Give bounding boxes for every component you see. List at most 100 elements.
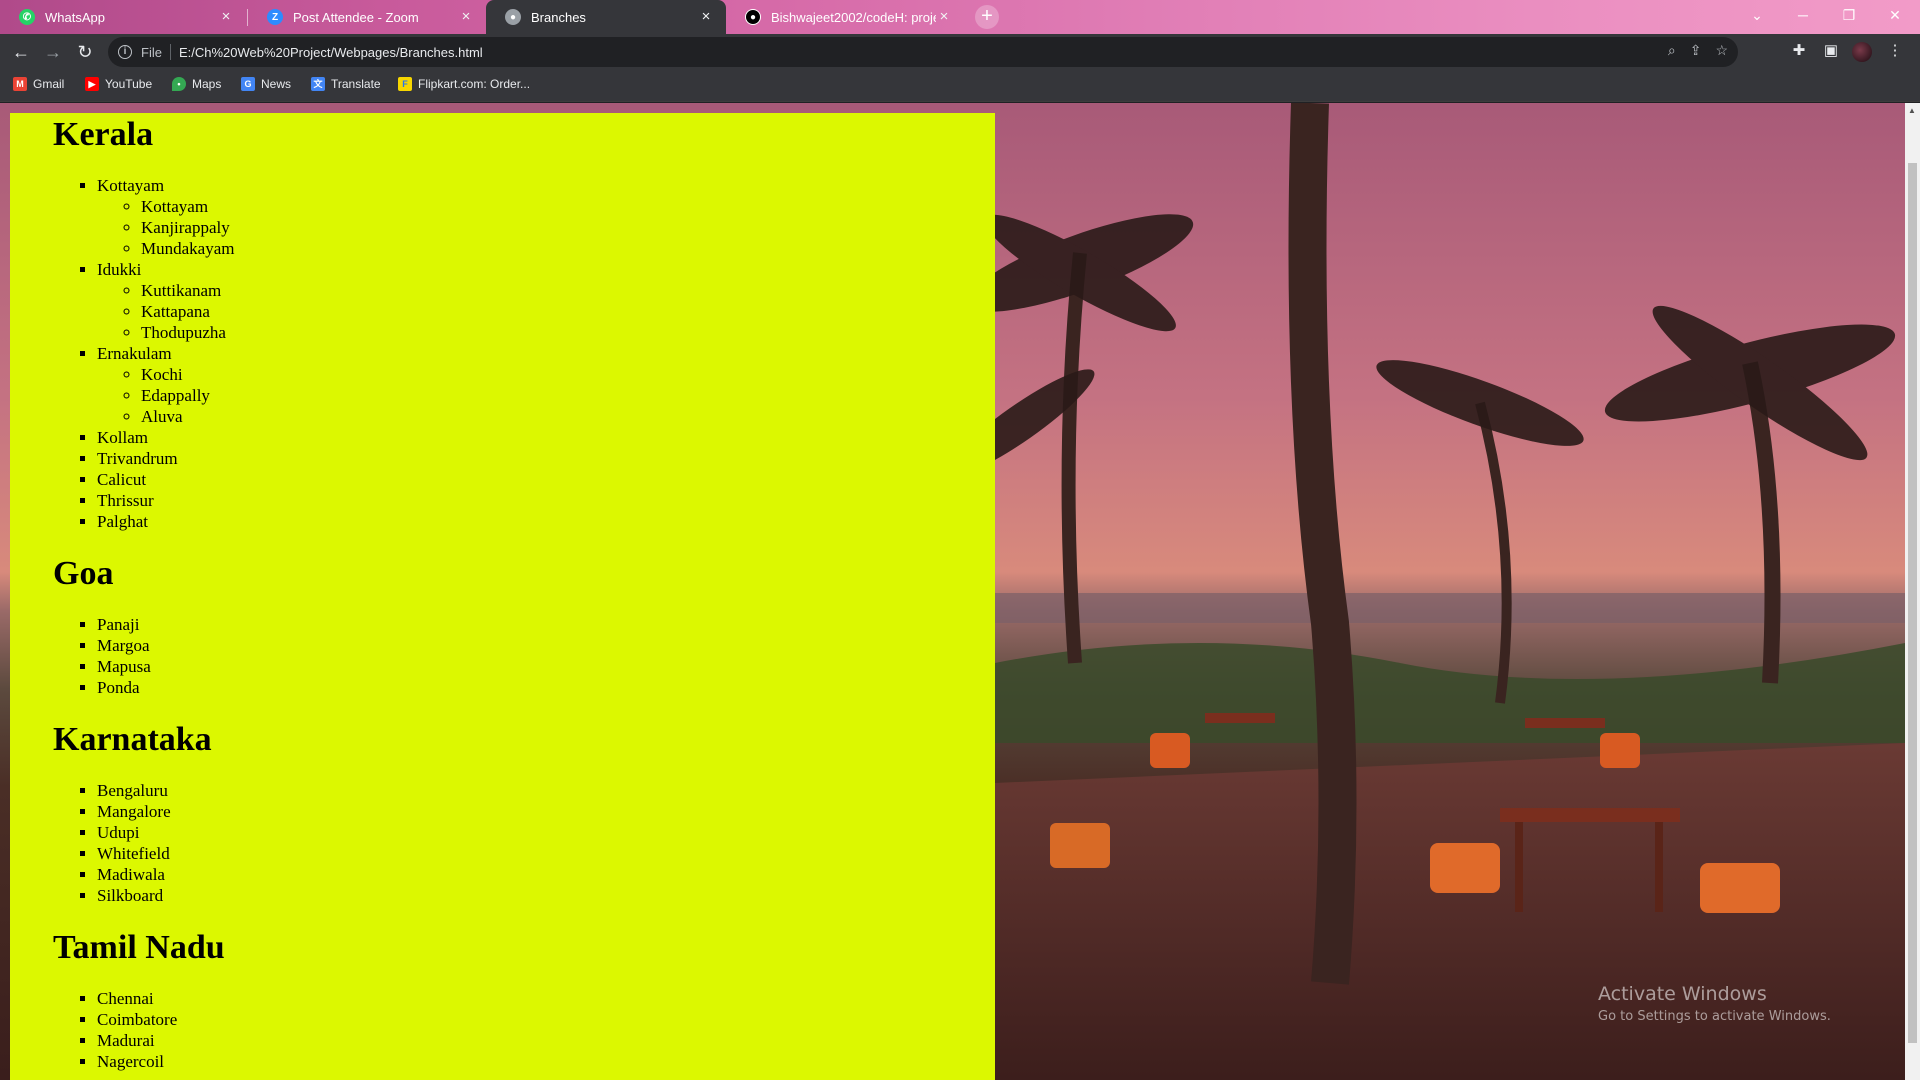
- list-item: Silkboard: [97, 885, 995, 906]
- restore-button[interactable]: ❐: [1826, 0, 1872, 30]
- list-item-label: Silkboard: [97, 886, 164, 905]
- list-item-label: Bengaluru: [97, 781, 168, 800]
- list-item-label: Chennai: [97, 989, 154, 1008]
- bookmark-label: Translate: [331, 77, 381, 91]
- bookmark-label: Maps: [192, 77, 222, 91]
- list-item: Panaji: [97, 614, 995, 635]
- zoom-icon: Z: [267, 9, 283, 25]
- list-item-label: Mapusa: [97, 657, 151, 676]
- branch-list: KottayamKottayamKanjirappalyMundakayamId…: [53, 175, 995, 532]
- extensions-icon[interactable]: ✚: [1788, 41, 1810, 59]
- list-item: Coimbatore: [97, 1009, 995, 1030]
- translate-icon: 文: [311, 77, 325, 91]
- list-item-label: Coimbatore: [97, 1010, 178, 1029]
- list-item-label: Mangalore: [97, 802, 171, 821]
- section-heading: Goa: [53, 555, 114, 592]
- back-button[interactable]: ←: [7, 38, 35, 66]
- toolbar: ← → ↻ i File E:/Ch%20Web%20Project/Webpa…: [0, 34, 1920, 70]
- list-item-label: Nagercoil: [97, 1052, 165, 1071]
- flipkart-icon: F: [398, 77, 412, 91]
- sub-list-item: Kuttikanam: [141, 280, 995, 301]
- list-item: IdukkiKuttikanamKattapanaThodupuzha: [97, 259, 995, 343]
- branch-list: Chennai Coimbatore Madurai Nagercoil: [53, 988, 995, 1072]
- sub-list-item: Kottayam: [141, 196, 995, 217]
- bookmark-star-icon[interactable]: ☆: [1715, 42, 1728, 59]
- list-item-label: Thrissur: [97, 491, 154, 510]
- list-item-label: Idukki: [97, 260, 142, 279]
- watermark-subtitle: Go to Settings to activate Windows.: [1598, 1009, 1831, 1024]
- list-item-label: Madiwala: [97, 865, 165, 884]
- reload-button[interactable]: ↻: [71, 38, 99, 66]
- sub-list-item: Kanjirappaly: [141, 217, 995, 238]
- bookmark-translate[interactable]: 文 Translate: [311, 77, 381, 91]
- list-item: KottayamKottayamKanjirappalyMundakayam: [97, 175, 995, 259]
- side-panel-icon[interactable]: ▣: [1820, 41, 1842, 59]
- bookmark-flipkart[interactable]: F Flipkart.com: Order...: [398, 77, 530, 91]
- sub-list-item: Kochi: [141, 364, 995, 385]
- tab-branches[interactable]: ● Branches ×: [486, 0, 726, 34]
- close-icon[interactable]: ×: [458, 9, 474, 25]
- bookmarks-bar: M Gmail ▶ YouTube • Maps G News 文 Transl…: [0, 70, 1920, 102]
- minimize-button[interactable]: ─: [1780, 0, 1826, 30]
- close-icon[interactable]: ×: [936, 9, 952, 25]
- tab-search-icon[interactable]: ⌄: [1734, 0, 1780, 30]
- branch-list: Panaji Margoa Mapusa Ponda: [53, 614, 995, 698]
- bookmark-maps[interactable]: • Maps: [172, 77, 221, 91]
- share-icon[interactable]: ⇪: [1690, 42, 1702, 59]
- close-icon[interactable]: ×: [698, 9, 714, 25]
- bookmark-label: News: [261, 77, 292, 91]
- close-icon[interactable]: ×: [218, 9, 234, 25]
- section-heading: Tamil Nadu: [53, 929, 225, 966]
- sub-list-item: Edappally: [141, 385, 995, 406]
- forward-button[interactable]: →: [39, 38, 67, 66]
- list-item: Mapusa: [97, 656, 995, 677]
- bookmark-youtube[interactable]: ▶ YouTube: [85, 77, 152, 91]
- whatsapp-icon: ✆: [19, 9, 35, 25]
- sub-branch-list: KochiEdappallyAluva: [97, 364, 995, 427]
- watermark-title: Activate Windows: [1598, 983, 1767, 1005]
- tab-github[interactable]: ● Bishwajeet2002/codeH: project ×: [726, 0, 964, 34]
- sub-list-item: Kattapana: [141, 301, 995, 322]
- avatar[interactable]: [1852, 42, 1872, 62]
- sub-branch-list: KuttikanamKattapanaThodupuzha: [97, 280, 995, 343]
- bookmark-gmail[interactable]: M Gmail: [13, 77, 64, 91]
- tab-title: WhatsApp: [45, 9, 105, 25]
- branches-panel: KeralaKottayamKottayamKanjirappalyMundak…: [10, 113, 995, 1080]
- zoom-icon[interactable]: ⌕: [1668, 42, 1676, 59]
- page-scrollbar[interactable]: ▲: [1905, 103, 1920, 1080]
- list-item-label: Panaji: [97, 615, 140, 634]
- tab-zoom[interactable]: Z Post Attendee - Zoom ×: [248, 0, 486, 34]
- list-item: Mangalore: [97, 801, 995, 822]
- scrollbar-thumb[interactable]: [1908, 163, 1917, 1043]
- sub-list-item: Mundakayam: [141, 238, 995, 259]
- tab-strip: ✆ WhatsApp × Z Post Attendee - Zoom × ● …: [0, 0, 1920, 34]
- tab-whatsapp[interactable]: ✆ WhatsApp ×: [0, 0, 246, 34]
- youtube-icon: ▶: [85, 77, 99, 91]
- list-item-label: Whitefield: [97, 844, 170, 863]
- omnibox-actions: ⌕ ⇪ ☆: [1668, 42, 1728, 59]
- branch-list: Bengaluru Mangalore Udupi Whitefield Madiwal…: [53, 780, 995, 906]
- list-item-label: Kollam: [97, 428, 148, 447]
- close-window-button[interactable]: ✕: [1872, 0, 1918, 30]
- list-item-label: Kottayam: [97, 176, 165, 195]
- sub-branch-list: KottayamKanjirappalyMundakayam: [97, 196, 995, 259]
- list-item-label: Ernakulam: [97, 344, 172, 363]
- scroll-up-arrow-icon[interactable]: ▲: [1908, 106, 1916, 115]
- tab-title: Bishwajeet2002/codeH: project: [771, 9, 936, 25]
- list-item: Margoa: [97, 635, 995, 656]
- menu-icon[interactable]: ⋮: [1884, 41, 1906, 59]
- list-item: Calicut: [97, 469, 995, 490]
- new-tab-button[interactable]: +: [975, 5, 999, 29]
- gmail-icon: M: [13, 77, 27, 91]
- bookmark-news[interactable]: G News: [241, 77, 291, 91]
- list-item: Kollam: [97, 427, 995, 448]
- section-heading: Kerala: [53, 116, 154, 153]
- maps-icon: •: [172, 77, 186, 91]
- activate-windows-watermark: Activate Windows Go to Settings to activ…: [1598, 983, 1831, 1024]
- list-item-label: Palghat: [97, 512, 148, 531]
- list-item: Thrissur: [97, 490, 995, 511]
- info-icon[interactable]: i: [118, 45, 132, 59]
- address-bar[interactable]: i File E:/Ch%20Web%20Project/Webpages/Br…: [108, 37, 1738, 67]
- list-item-label: Calicut: [97, 470, 147, 489]
- address-url[interactable]: E:/Ch%20Web%20Project/Webpages/Branches.…: [179, 45, 483, 60]
